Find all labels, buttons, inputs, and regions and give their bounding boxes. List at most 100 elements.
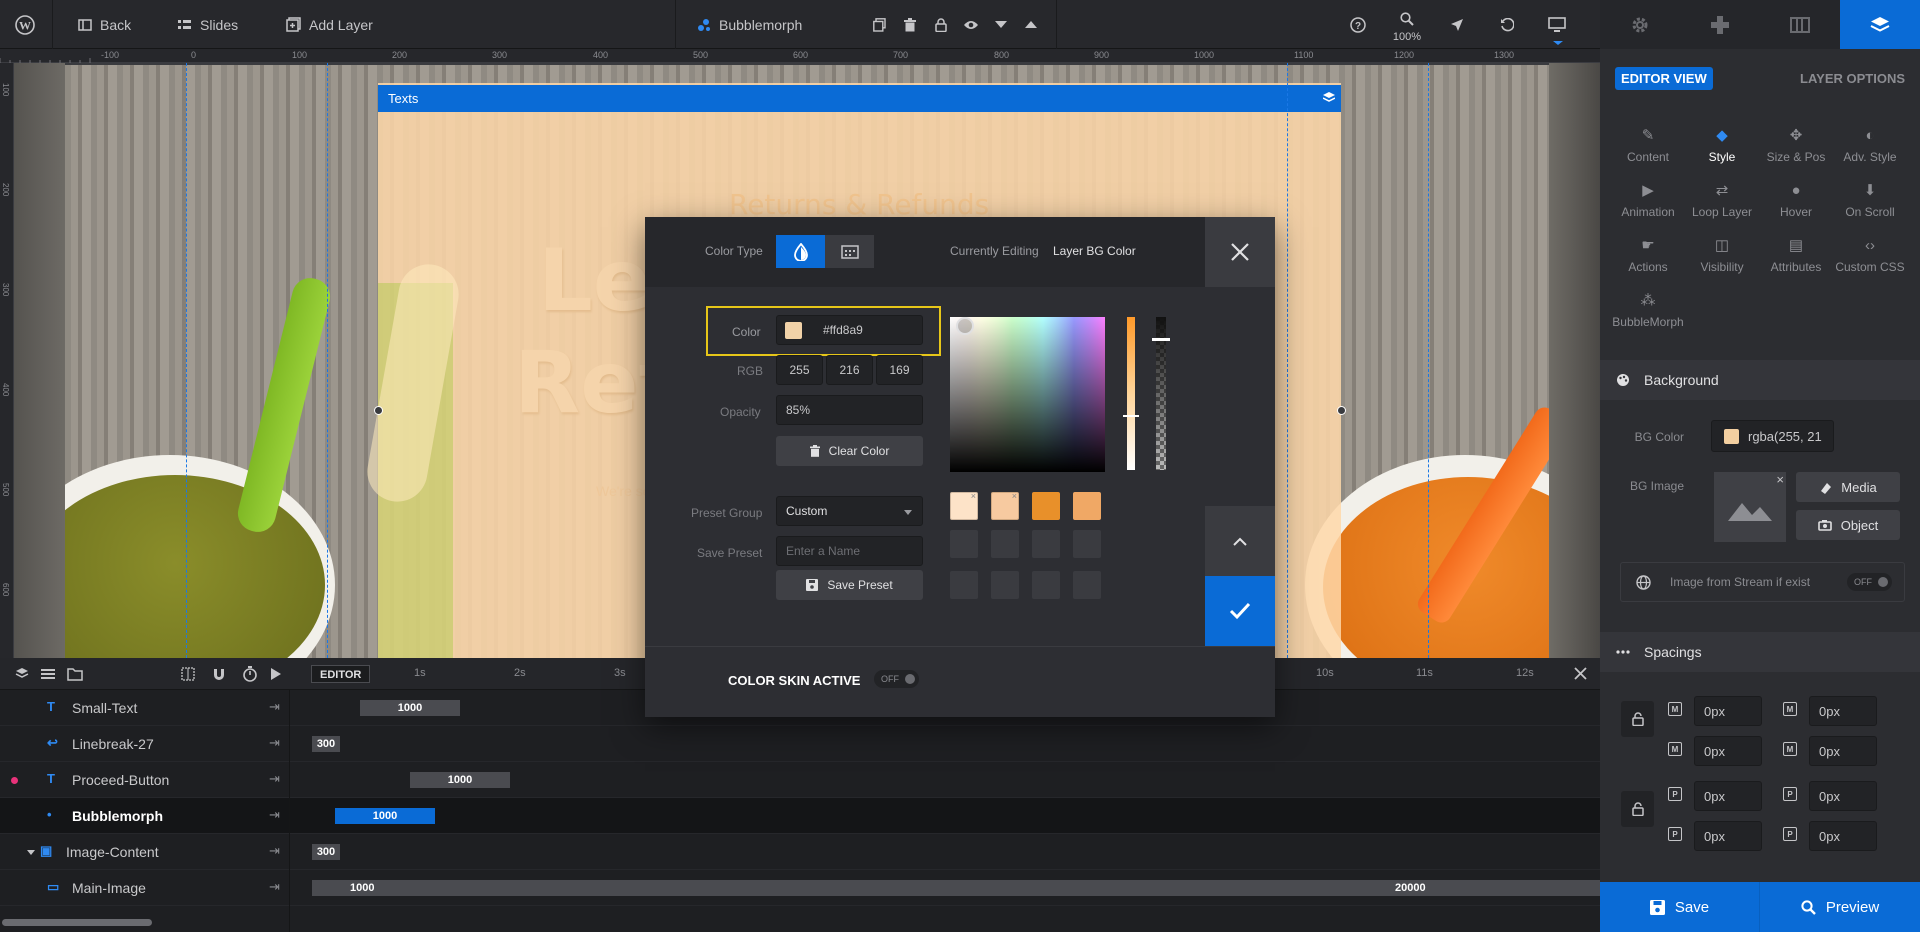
navigation-tab[interactable] xyxy=(1680,0,1760,49)
option-hover[interactable]: ● Hover xyxy=(1759,179,1833,229)
trash-icon[interactable] xyxy=(897,0,923,49)
preset-group-select[interactable]: Custom xyxy=(776,496,923,526)
margin-input[interactable]: 0px xyxy=(1694,696,1762,726)
grid-snap-icon[interactable] xyxy=(181,667,195,681)
bg-image-preview[interactable]: × xyxy=(1714,472,1786,542)
timeline-row[interactable]: ▣ Image-Content ⇥ 300 xyxy=(0,834,1600,870)
eye-icon[interactable] xyxy=(958,0,984,49)
wordpress-icon[interactable]: W xyxy=(12,0,38,49)
margin-input[interactable]: 0px xyxy=(1694,736,1762,766)
timeline-bar[interactable]: 1000 xyxy=(335,808,435,824)
layers-icon[interactable] xyxy=(15,667,29,681)
cursor-icon[interactable] xyxy=(1444,0,1470,49)
padding-input[interactable]: 0px xyxy=(1694,821,1762,851)
current-layer[interactable]: Bubblemorph xyxy=(697,0,802,49)
alpha-handle[interactable] xyxy=(1152,338,1170,341)
padding-input[interactable]: 0px xyxy=(1694,781,1762,811)
editor-view-badge[interactable]: EDITOR VIEW xyxy=(1615,67,1713,90)
chevron-up-icon[interactable] xyxy=(1018,0,1044,49)
save-button[interactable]: Save xyxy=(1600,882,1760,932)
close-icon[interactable] xyxy=(1574,667,1587,680)
hue-handle[interactable] xyxy=(1123,415,1139,417)
timeline-bar[interactable]: 300 xyxy=(312,736,340,752)
empty-preset-slot[interactable] xyxy=(950,571,978,599)
preset-swatch[interactable] xyxy=(1032,492,1060,520)
empty-preset-slot[interactable] xyxy=(991,530,1019,558)
preset-swatch[interactable]: × xyxy=(950,491,978,520)
slides-button[interactable]: Slides xyxy=(177,0,238,49)
timeline-row[interactable]: • Bubblemorph ⇥ 1000 xyxy=(0,798,1600,834)
timeline-row[interactable]: ▭ Main-Image ⇥ 1000 20000 xyxy=(0,870,1600,906)
padding-input[interactable]: 0px xyxy=(1809,821,1877,851)
option-custom-css[interactable]: ‹› Custom CSS xyxy=(1833,234,1907,284)
editor-tag[interactable]: EDITOR xyxy=(311,665,371,683)
object-button[interactable]: Object xyxy=(1796,510,1900,540)
back-button[interactable]: Back xyxy=(78,0,131,49)
hue-slider[interactable] xyxy=(1127,317,1135,470)
preset-swatch[interactable] xyxy=(1073,492,1101,520)
play-icon[interactable] xyxy=(270,667,282,681)
duplicate-icon[interactable] xyxy=(866,0,892,49)
jump-to-end-icon[interactable]: ⇥ xyxy=(269,843,280,859)
r-input[interactable]: 255 xyxy=(776,355,823,385)
sv-cursor[interactable] xyxy=(956,317,974,335)
timeline-row[interactable]: ↩ Linebreak-27 ⇥ 300 xyxy=(0,726,1600,762)
collapse-caret-icon[interactable] xyxy=(27,850,35,855)
opacity-input[interactable]: 85% xyxy=(776,395,923,425)
empty-preset-slot[interactable] xyxy=(1032,571,1060,599)
lock-icon[interactable] xyxy=(928,0,954,49)
timeline-row[interactable]: T Proceed-Button ⇥ 1000 xyxy=(0,762,1600,798)
option-bubblemorph[interactable]: ⁂ BubbleMorph xyxy=(1611,289,1685,339)
slide-tab[interactable] xyxy=(1760,0,1840,49)
remove-image-icon[interactable]: × xyxy=(1776,472,1784,487)
option-adv-style[interactable]: ◐ Adv. Style xyxy=(1833,124,1907,174)
chevron-down-icon[interactable] xyxy=(988,0,1014,49)
color-skin-toggle[interactable]: OFF xyxy=(874,670,919,688)
empty-preset-slot[interactable] xyxy=(1073,571,1101,599)
color-type-solid-button[interactable] xyxy=(776,235,825,268)
margin-input[interactable]: 0px xyxy=(1809,696,1877,726)
g-input[interactable]: 216 xyxy=(826,355,873,385)
texts-layer-bar[interactable]: Texts xyxy=(378,85,1341,112)
option-attributes[interactable]: ▤ Attributes xyxy=(1759,234,1833,284)
timeline-bar[interactable]: 300 xyxy=(312,844,340,860)
option-on-scroll[interactable]: ⬇ On Scroll xyxy=(1833,179,1907,229)
media-button[interactable]: Media xyxy=(1796,472,1900,502)
apply-color-button[interactable] xyxy=(1205,576,1275,646)
remove-preset-icon[interactable]: × xyxy=(971,491,976,501)
jump-to-end-icon[interactable]: ⇥ xyxy=(269,807,280,823)
padding-lock-button[interactable] xyxy=(1621,791,1654,827)
jump-to-end-icon[interactable]: ⇥ xyxy=(269,771,280,787)
collapse-presets-button[interactable] xyxy=(1205,506,1275,576)
undo-icon[interactable] xyxy=(1494,0,1520,49)
settings-tab[interactable] xyxy=(1600,0,1680,49)
add-layer-button[interactable]: Add Layer xyxy=(286,0,373,49)
jump-to-end-icon[interactable]: ⇥ xyxy=(269,879,280,895)
preset-name-input[interactable]: Enter a Name xyxy=(776,536,923,566)
close-picker-button[interactable] xyxy=(1205,217,1275,287)
preset-swatch[interactable]: × xyxy=(991,491,1019,520)
option-content[interactable]: ✎ Content xyxy=(1611,124,1685,174)
clear-color-button[interactable]: Clear Color xyxy=(776,436,923,466)
option-style[interactable]: ◆ Style xyxy=(1685,124,1759,174)
empty-preset-slot[interactable] xyxy=(1073,530,1101,558)
save-preset-button[interactable]: Save Preset xyxy=(776,570,923,600)
empty-preset-slot[interactable] xyxy=(950,530,978,558)
folder-icon[interactable] xyxy=(67,667,83,681)
margin-lock-button[interactable] xyxy=(1621,701,1654,737)
option-actions[interactable]: ☛ Actions xyxy=(1611,234,1685,284)
timeline-bar[interactable]: 1000 xyxy=(360,700,460,716)
timeline-bar[interactable]: 1000 20000 xyxy=(312,880,1600,896)
list-icon[interactable] xyxy=(41,667,55,681)
layers-icon[interactable] xyxy=(1323,92,1335,104)
resize-handle-left[interactable] xyxy=(374,406,383,415)
saturation-value-area[interactable] xyxy=(950,317,1105,472)
zoom-control[interactable]: 100% xyxy=(1392,12,1422,43)
jump-to-end-icon[interactable]: ⇥ xyxy=(269,735,280,751)
empty-preset-slot[interactable] xyxy=(1032,530,1060,558)
color-type-gradient-button[interactable] xyxy=(825,235,874,268)
timer-icon[interactable] xyxy=(242,666,258,682)
layers-tab[interactable] xyxy=(1840,0,1920,49)
padding-input[interactable]: 0px xyxy=(1809,781,1877,811)
timeline-bar[interactable]: 1000 xyxy=(410,772,510,788)
